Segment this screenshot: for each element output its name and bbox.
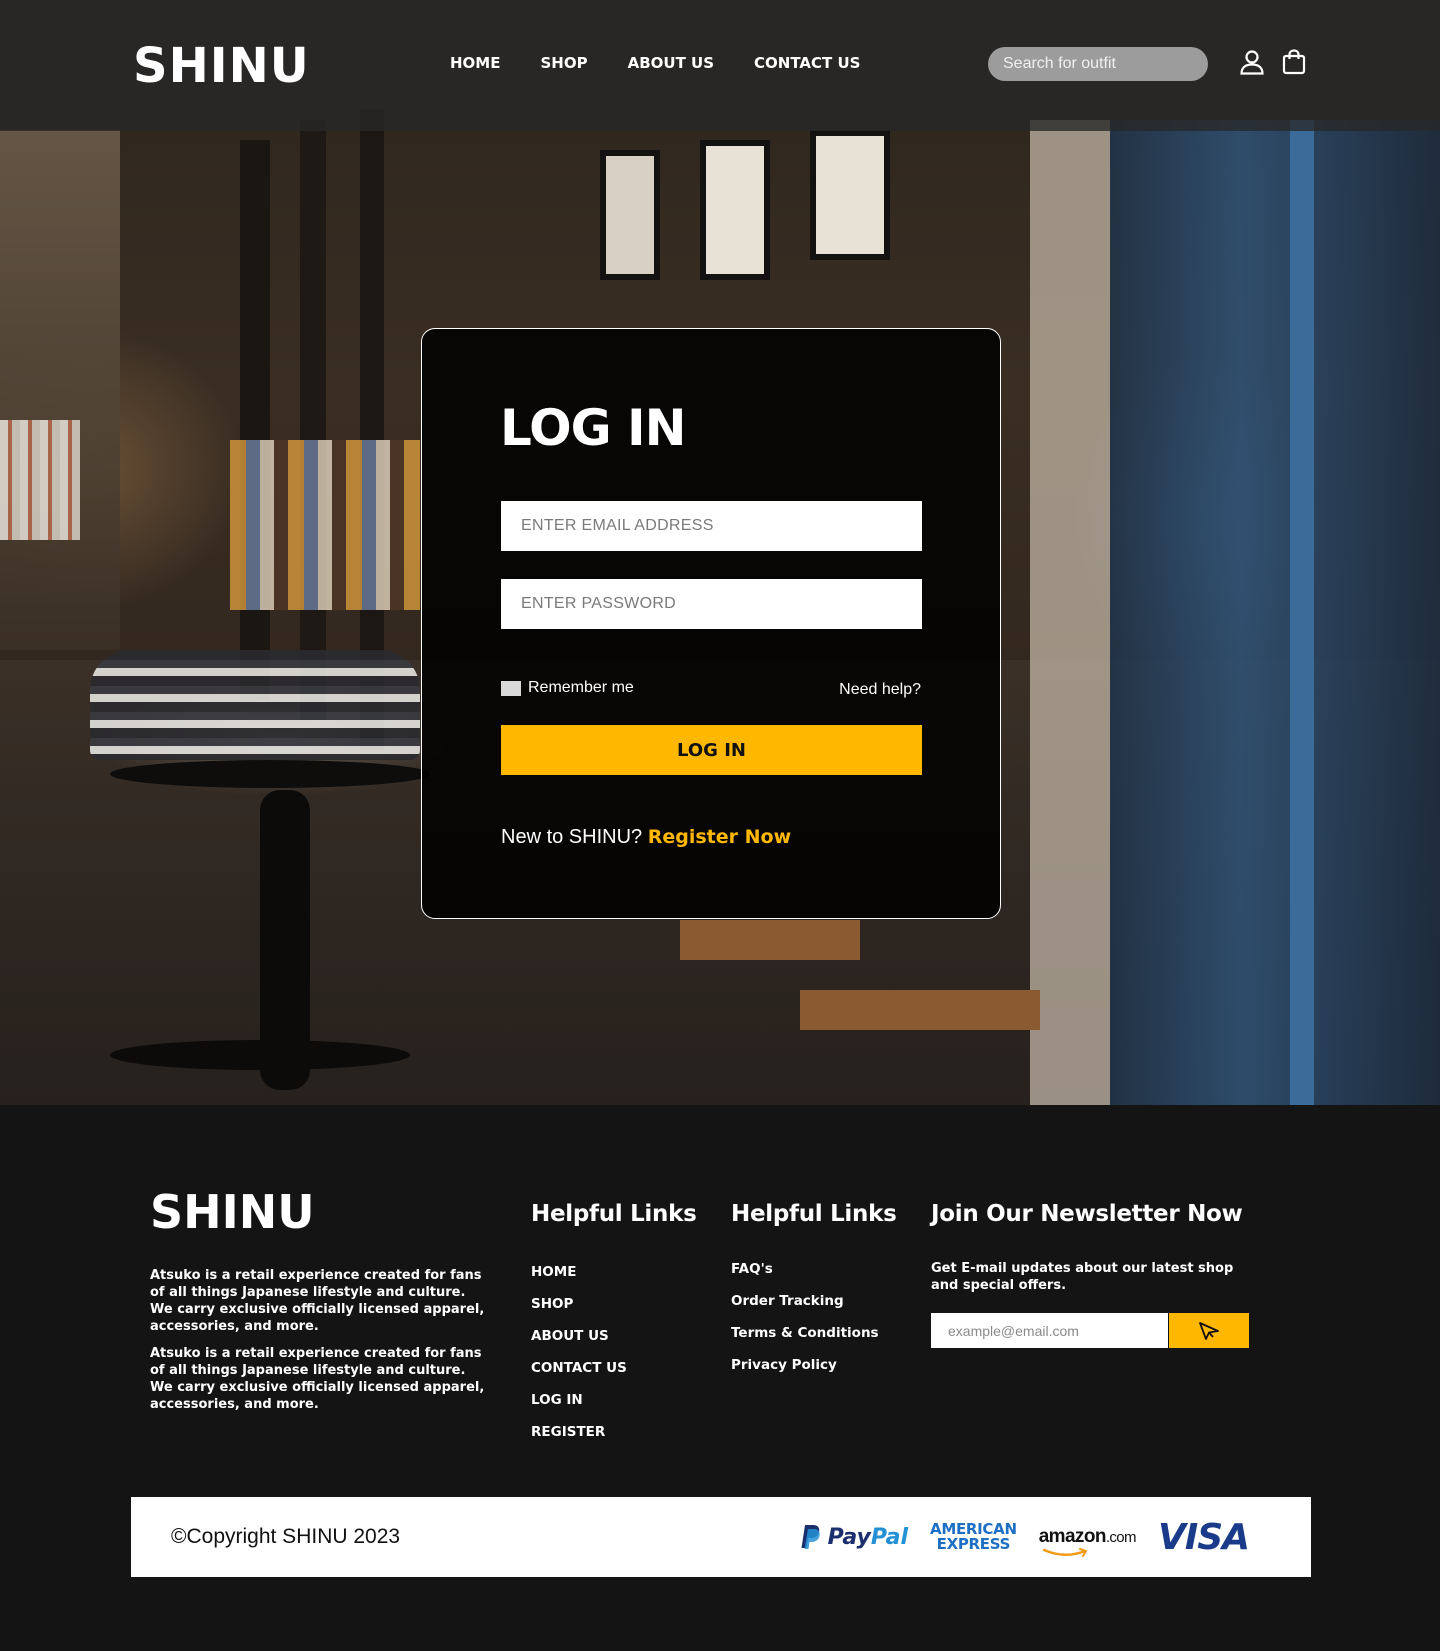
- copyright-bar: ©Copyright SHINU 2023 PayPal AMERICAN EX…: [131, 1497, 1311, 1577]
- copyright-text: ©Copyright SHINU 2023: [171, 1525, 401, 1548]
- amazon-text: amazon: [1038, 1526, 1107, 1547]
- american-express-logo: AMERICAN EXPRESS: [930, 1522, 1017, 1552]
- search-input[interactable]: [988, 47, 1208, 81]
- footer-link-terms[interactable]: Terms & Conditions: [731, 1325, 879, 1341]
- footer-link-about[interactable]: ABOUT US: [531, 1328, 609, 1344]
- paypal-pay-text: Pay: [827, 1524, 871, 1550]
- register-now-link[interactable]: Register Now: [648, 826, 791, 848]
- paypal-icon: [801, 1525, 820, 1549]
- remember-me-label: Remember me: [528, 679, 634, 696]
- need-help-link[interactable]: Need help?: [839, 681, 921, 699]
- register-prompt: New to SHINU? Register Now: [501, 826, 791, 849]
- site-logo[interactable]: SHINU: [133, 38, 310, 94]
- footer-help-title: Helpful Links: [731, 1201, 897, 1227]
- main-nav: HOME SHOP ABOUT US CONTACT US: [450, 54, 860, 72]
- newsletter-email-input[interactable]: [931, 1313, 1168, 1348]
- account-button[interactable]: [1238, 48, 1266, 76]
- amex-line2: EXPRESS: [936, 1535, 1011, 1553]
- newsletter-description: Get E-mail updates about our latest shop…: [931, 1261, 1234, 1293]
- footer: SHINU Atsuko is a retail experience crea…: [0, 1105, 1440, 1651]
- password-field[interactable]: [501, 579, 922, 629]
- footer-about-text: Atsuko is a retail experience created fo…: [150, 1268, 485, 1334]
- footer-link-register[interactable]: REGISTER: [531, 1424, 605, 1440]
- login-button[interactable]: LOG IN: [501, 725, 922, 775]
- navbar: SHINU HOME SHOP ABOUT US CONTACT US: [0, 0, 1440, 131]
- footer-link-contact[interactable]: CONTACT US: [531, 1360, 627, 1376]
- nav-contact-link[interactable]: CONTACT US: [754, 54, 860, 72]
- paypal-pal-text: Pal: [870, 1524, 909, 1550]
- register-prompt-text: New to SHINU?: [501, 826, 643, 848]
- nav-about-link[interactable]: ABOUT US: [628, 54, 714, 72]
- footer-link-privacy[interactable]: Privacy Policy: [731, 1357, 837, 1373]
- footer-link-faq[interactable]: FAQ's: [731, 1261, 773, 1277]
- remember-me[interactable]: Remember me: [501, 679, 634, 697]
- footer-link-login[interactable]: LOG IN: [531, 1392, 583, 1408]
- email-field[interactable]: [501, 501, 922, 551]
- remember-me-checkbox[interactable]: [501, 680, 521, 696]
- footer-help-links: FAQ's Order Tracking Terms & Conditions …: [731, 1260, 879, 1388]
- user-icon: [1240, 50, 1264, 75]
- footer-links-title: Helpful Links: [531, 1201, 697, 1227]
- send-cursor-icon: [1199, 1321, 1219, 1340]
- footer-about-text: Atsuko is a retail experience created fo…: [150, 1346, 485, 1412]
- amazon-tld-text: .com: [1105, 1529, 1137, 1546]
- footer-link-order-tracking[interactable]: Order Tracking: [731, 1293, 844, 1309]
- footer-link-home[interactable]: HOME: [531, 1264, 576, 1280]
- payment-logos: PayPal AMERICAN EXPRESS amazon.com VISA: [800, 1515, 1250, 1559]
- footer-nav-links: HOME SHOP ABOUT US CONTACT US LOG IN REG…: [531, 1263, 627, 1455]
- nav-home-link[interactable]: HOME: [450, 54, 500, 72]
- footer-link-shop[interactable]: SHOP: [531, 1296, 573, 1312]
- amazon-logo: amazon.com: [1038, 1526, 1137, 1557]
- newsletter-title: Join Our Newsletter Now: [931, 1201, 1243, 1227]
- login-card: LOG IN Remember me Need help? LOG IN New…: [421, 328, 1001, 919]
- nav-shop-link[interactable]: SHOP: [540, 54, 587, 72]
- login-title: LOG IN: [500, 399, 686, 457]
- paypal-logo: PayPal: [800, 1524, 908, 1550]
- shopping-bag-icon: [1282, 49, 1306, 75]
- cart-button[interactable]: [1280, 48, 1308, 76]
- footer-logo[interactable]: SHINU: [150, 1185, 315, 1239]
- visa-logo: VISA: [1157, 1516, 1250, 1558]
- newsletter-submit-button[interactable]: [1169, 1313, 1249, 1348]
- amazon-smile-icon: [1042, 1548, 1088, 1557]
